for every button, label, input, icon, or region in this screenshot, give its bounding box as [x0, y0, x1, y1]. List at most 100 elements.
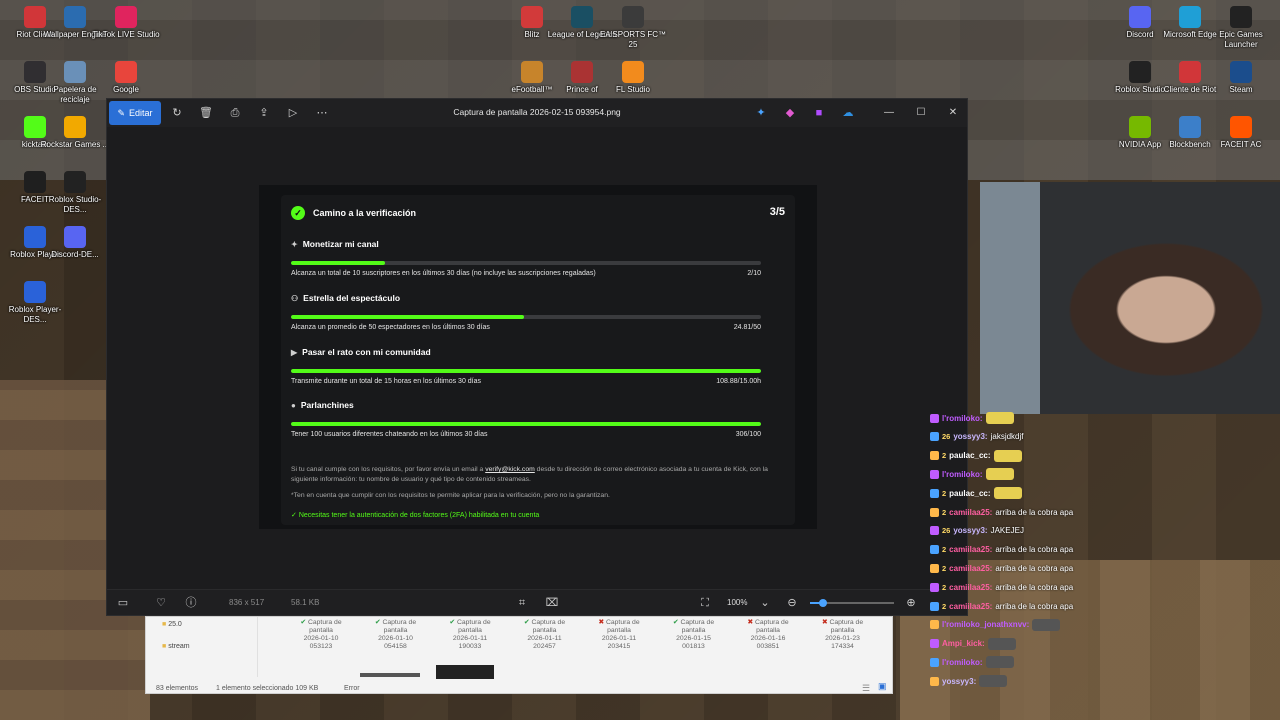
chat-username[interactable]: Ampi_kick:: [942, 639, 985, 648]
file-item[interactable]: ✖ Captura de pantalla 2026-01-11 203415: [584, 619, 654, 651]
desktop-icon[interactable]: EA SPORTS FC™ 25: [598, 6, 668, 50]
chat-username[interactable]: yossyy3:: [953, 432, 987, 441]
badge-icon: [930, 657, 939, 667]
chat-username[interactable]: l'romiloko:: [942, 658, 983, 667]
file-name-line: pantalla: [830, 627, 855, 634]
more-icon[interactable]: ⋯: [314, 105, 330, 121]
file-name-line: 174334: [831, 643, 854, 650]
info-icon[interactable]: ⓘ: [183, 595, 199, 611]
checkmark-icon: ✓: [291, 512, 299, 519]
chat-username[interactable]: l'romiloko:: [942, 470, 983, 479]
chat-username[interactable]: camiilaa25:: [949, 508, 992, 517]
zoom-slider[interactable]: [810, 599, 894, 607]
file-item[interactable]: ✖ Captura de pantalla 2026-01-16 003851: [733, 619, 803, 651]
edit-ai-icon[interactable]: ✦: [753, 105, 769, 121]
onedrive-icon[interactable]: ☁: [840, 105, 856, 121]
verify-email-link[interactable]: verify@kick.com: [485, 466, 535, 473]
desktop-icon[interactable]: Rockstar Games ...: [40, 116, 110, 150]
faceit-icon: [1230, 116, 1252, 138]
chat-message: 2 paulac_cc:: [930, 448, 1022, 464]
sidebar-item-25[interactable]: ■ 25.0: [162, 621, 182, 628]
chevron-down-icon[interactable]: ⌄: [757, 595, 773, 611]
desktop-icon[interactable]: Epic Games Launcher: [1206, 6, 1276, 50]
file-item[interactable]: ✔ Captura de pantalla 2026-01-15 001813: [659, 619, 729, 651]
riot-icon: [1179, 61, 1201, 83]
sub-months: 2: [942, 451, 947, 461]
zoom-in-icon[interactable]: ⊕: [903, 595, 919, 611]
emote-icon: [985, 412, 1014, 424]
clipchamp-icon[interactable]: ■: [811, 105, 827, 121]
delete-icon[interactable]: 🗑: [198, 105, 214, 121]
desktop-icon[interactable]: TikTok LIVE Studio: [91, 6, 161, 40]
verification-disclaimer: *Ten en cuenta que cumplir con los requi…: [291, 492, 610, 499]
requirement-desc: Alcanza un total de 10 suscriptores en l…: [291, 270, 596, 277]
fit-icon[interactable]: ⛶: [697, 595, 713, 611]
efootball-icon: [521, 61, 543, 83]
badge-icon: [930, 601, 939, 611]
rotate-icon[interactable]: ↻: [169, 105, 185, 121]
tiles-view-icon[interactable]: ▣: [878, 681, 887, 692]
epic-icon: [1230, 6, 1252, 28]
prince-icon: [571, 61, 593, 83]
chat-username[interactable]: camiilaa25:: [949, 564, 992, 573]
file-item[interactable]: ✔ Captura de pantalla 2026-01-10 053123: [286, 619, 356, 651]
desktop-icon-label: Steam: [1229, 85, 1253, 94]
zoom-slider-thumb[interactable]: [819, 599, 827, 607]
chat-message: 26 yossyy3: JAKEJEJ: [930, 523, 1024, 539]
chat-username[interactable]: yossyy3:: [953, 526, 987, 535]
desktop-icon[interactable]: Steam: [1206, 61, 1276, 95]
file-name-line: pantalla: [309, 627, 333, 634]
desktop-icon-label: FACEIT AC: [1220, 140, 1262, 149]
desktop-icon[interactable]: Roblox Player-DES...: [0, 281, 70, 325]
filmstrip-icon[interactable]: ▭: [115, 595, 131, 611]
close-icon[interactable]: ✕: [945, 105, 961, 121]
desktop-icon-label: TikTok LIVE Studio: [92, 30, 160, 39]
scan-icon[interactable]: ⌗: [514, 595, 530, 611]
viewer-title: Captura de pantalla 2026-02-15 093954.pn…: [453, 107, 621, 117]
minimize-icon[interactable]: —: [881, 105, 897, 121]
file-explorer-window: ■ 25.0 ■ stream ✔ Captura de pantalla 2026…: [145, 616, 893, 694]
requirement-desc: Transmite durante un total de 15 horas e…: [291, 378, 482, 385]
chat-username[interactable]: camiilaa25:: [949, 583, 992, 592]
text-scan-icon[interactable]: ⌧: [544, 595, 560, 611]
print-icon[interactable]: ⎙: [227, 105, 243, 121]
progress-bar: [291, 261, 761, 265]
file-name-line: 003851: [756, 643, 780, 650]
desktop-icon[interactable]: FACEIT AC: [1206, 116, 1276, 150]
desktop-icon[interactable]: Google: [91, 61, 161, 95]
file-item[interactable]: ✔ Captura de pantalla 2026-01-10 054158: [361, 619, 431, 651]
favorite-icon[interactable]: ♡: [153, 595, 169, 611]
file-item[interactable]: ✔ Captura de pantalla 2026-01-11 202457: [510, 619, 580, 651]
chat-username[interactable]: paulac_cc:: [949, 451, 990, 460]
verification-note: Si tu canal cumple con los requisitos, p…: [291, 466, 768, 483]
chat-username[interactable]: l'romiloko:: [942, 414, 983, 423]
file-item[interactable]: ✖ Captura de pantalla 2026-01-23 174334: [808, 619, 878, 651]
chat-username[interactable]: camiilaa25:: [949, 545, 992, 554]
chat-username[interactable]: paulac_cc:: [949, 489, 990, 498]
share-icon[interactable]: ⇪: [256, 105, 272, 121]
zoom-out-icon[interactable]: ⊖: [784, 595, 800, 611]
copilot-icon[interactable]: ◆: [782, 105, 798, 121]
chat-message: l'romiloko:: [930, 410, 1014, 426]
chat-username[interactable]: camiilaa25:: [949, 602, 992, 611]
file-thumbnail: [436, 665, 494, 679]
chat-message: 2 paulac_cc:: [930, 485, 1022, 501]
chat-username[interactable]: l'romiloko_jonathxnvv:: [942, 620, 1029, 629]
desktop-icon[interactable]: Roblox Studio-DES...: [40, 171, 110, 215]
maximize-icon[interactable]: ☐: [913, 105, 929, 121]
file-item[interactable]: ✔ Captura de pantalla 2026-01-11 190033: [435, 619, 505, 651]
item-count: 83 elementos: [156, 685, 199, 692]
slideshow-icon[interactable]: ▷: [285, 105, 301, 121]
desktop-icon[interactable]: FL Studio: [598, 61, 668, 95]
desktop-icon-label: Rockstar Games ...: [40, 140, 110, 149]
details-view-icon[interactable]: ☰: [862, 683, 870, 694]
file-name-line: Captura de: [754, 619, 789, 626]
desktop-icon[interactable]: Discord-DE...: [40, 226, 110, 260]
zoom-level[interactable]: 100%: [727, 598, 747, 607]
chat-message: l'romiloko:: [930, 654, 1014, 670]
edit-button[interactable]: ✎ Editar: [109, 101, 161, 125]
file-name-line: 2026-01-15: [676, 635, 711, 642]
sidebar-item-stream[interactable]: ■ stream: [162, 643, 190, 650]
league-icon: [571, 6, 593, 28]
chat-username[interactable]: yossyy3:: [942, 677, 976, 686]
